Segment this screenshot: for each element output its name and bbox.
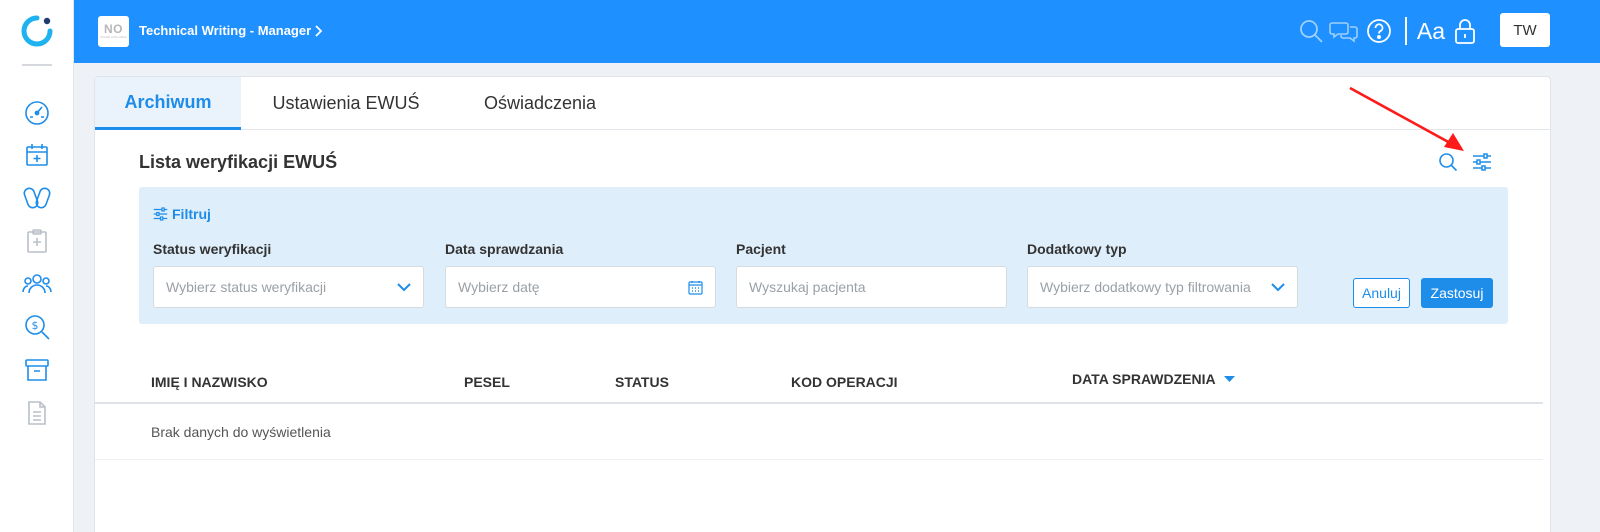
cancel-button[interactable]: Anuluj [1353, 278, 1410, 308]
extra-type-select[interactable]: Wybierz dodatkowy typ filtrowania [1027, 266, 1298, 308]
search-money-icon[interactable]: $ [22, 312, 52, 342]
patient-search-input[interactable]: Wyszukaj pacjenta [736, 266, 1007, 308]
sidebar-divider [22, 64, 52, 66]
date-label: Data sprawdzania [445, 241, 564, 257]
clipboard-medical-icon[interactable] [22, 226, 52, 256]
tab-bar: Archiwum Ustawienia EWUŚ Oświadczenia [95, 77, 1550, 130]
top-bar: NO IMAGE AVAILABLE Technical Writing - M… [74, 0, 1600, 63]
extra-type-label: Dodatkowy typ [1027, 241, 1127, 257]
calendar-add-icon[interactable] [22, 140, 52, 170]
users-group-icon[interactable] [22, 269, 52, 299]
sort-desc-icon [1223, 375, 1235, 382]
main-card: Archiwum Ustawienia EWUŚ Oświadczenia Li… [94, 76, 1551, 532]
extra-type-placeholder: Wybierz dodatkowy typ filtrowania [1040, 279, 1251, 295]
column-name[interactable]: IMIĘ I NAZWISKO [151, 374, 268, 390]
filter-sliders-icon [153, 207, 168, 221]
table-header: IMIĘ I NAZWISKO PESEL STATUS KOD OPERACJ… [95, 360, 1543, 404]
company-logo[interactable]: NO IMAGE AVAILABLE [98, 16, 129, 47]
empty-message: Brak danych do wyświetlenia [151, 424, 331, 440]
filter-panel: Filtruj Status weryfikacji Wybierz statu… [139, 187, 1508, 324]
list-title: Lista weryfikacji EWUŚ [139, 152, 338, 172]
lock-icon[interactable] [1450, 16, 1480, 46]
annotation-arrow-icon [1349, 86, 1464, 151]
column-operation-code[interactable]: KOD OPERACJI [791, 374, 898, 390]
company-logo-text: NO [104, 22, 123, 36]
tab-oswiadczenia[interactable]: Oświadczenia [465, 77, 615, 130]
svg-text:$: $ [32, 319, 39, 332]
apply-button[interactable]: Zastosuj [1421, 278, 1493, 308]
search-icon[interactable] [1296, 16, 1326, 46]
pills-icon[interactable] [22, 183, 52, 213]
document-icon[interactable] [22, 398, 52, 428]
company-switcher[interactable]: Technical Writing - Manager [139, 23, 323, 38]
calendar-icon [688, 280, 703, 295]
status-placeholder: Wybierz status weryfikacji [166, 279, 327, 295]
column-pesel[interactable]: PESEL [464, 374, 510, 390]
archive-box-icon[interactable] [22, 355, 52, 385]
filter-toggle[interactable]: Filtruj [153, 206, 211, 222]
status-select[interactable]: Wybierz status weryfikacji [153, 266, 424, 308]
empty-row: Brak danych do wyświetlenia [95, 406, 1543, 460]
column-check-date-label: DATA SPRAWDZENIA [1072, 371, 1216, 387]
user-avatar[interactable]: TW [1500, 13, 1550, 47]
dashboard-gauge-icon[interactable] [22, 97, 52, 127]
tab-archiwum[interactable]: Archiwum [95, 77, 241, 130]
topbar-divider [1405, 17, 1407, 45]
filter-heading: Filtruj [172, 206, 211, 222]
chevron-right-icon [315, 24, 323, 37]
patient-label: Pacjent [736, 241, 786, 257]
sidebar: $ [0, 0, 74, 532]
company-logo-subtext: IMAGE AVAILABLE [100, 35, 127, 39]
chevron-down-icon [1271, 282, 1285, 291]
company-name: Technical Writing - Manager [139, 23, 312, 38]
help-icon[interactable] [1364, 16, 1394, 46]
date-placeholder: Wybierz datę [458, 279, 540, 295]
column-status[interactable]: STATUS [615, 374, 669, 390]
date-picker[interactable]: Wybierz datę [445, 266, 716, 308]
font-size-button[interactable]: Aa [1414, 16, 1448, 46]
patient-placeholder: Wyszukaj pacjenta [749, 279, 866, 295]
tab-ustawienia-ewus[interactable]: Ustawienia EWUŚ [251, 77, 441, 130]
chat-icon[interactable] [1329, 16, 1359, 46]
column-check-date[interactable]: DATA SPRAWDZENIA [1072, 371, 1235, 387]
app-logo[interactable] [20, 14, 54, 48]
status-label: Status weryfikacji [153, 241, 272, 257]
chevron-down-icon [397, 282, 411, 291]
